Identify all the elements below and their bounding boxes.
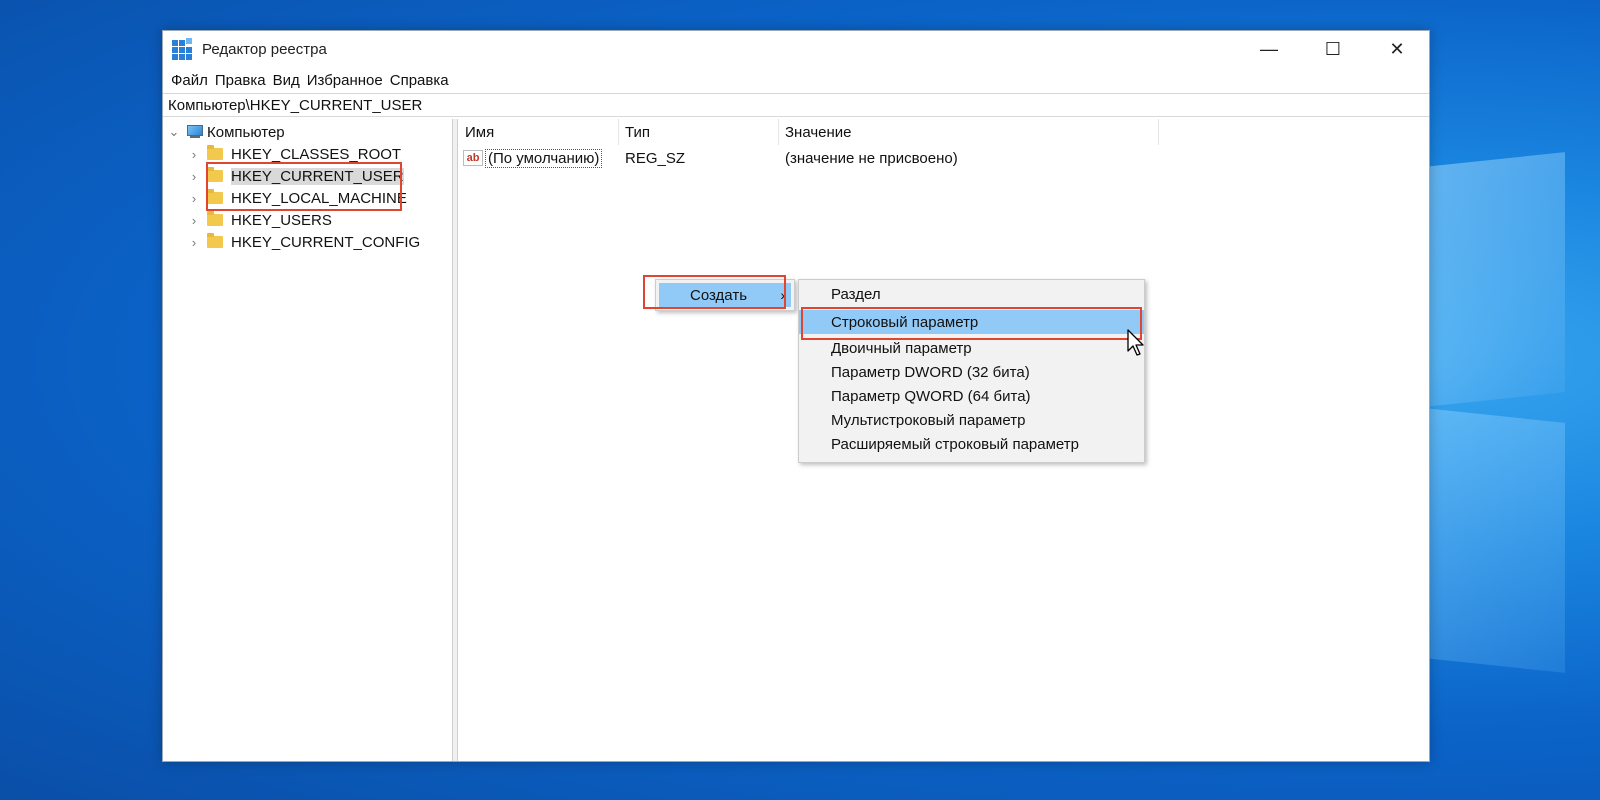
close-button[interactable]: ✕ [1365,31,1429,67]
chevron-right-icon[interactable]: › [187,191,201,206]
menu-bar: Файл Правка Вид Избранное Справка [163,67,1429,93]
submenu-item-label: Двоичный параметр [831,339,972,357]
value-type: REG_SZ [625,149,686,167]
registry-editor-icon [172,38,194,60]
chevron-right-icon[interactable]: › [187,147,201,162]
submenu-item-label: Параметр QWORD (64 бита) [831,387,1031,405]
tree-pane: ⌄ Компьютер › HKEY_CLASSES_ROOT › HKEY_C… [163,119,453,761]
folder-icon [207,211,223,226]
menu-favorites[interactable]: Избранное [304,72,387,89]
chevron-right-icon[interactable]: › [187,213,201,228]
tree-item-label: HKEY_CURRENT_CONFIG [231,233,421,251]
highlight-outline-tree [206,162,402,211]
tree-item-hkey-current-config[interactable]: › HKEY_CURRENT_CONFIG [187,231,420,253]
menu-view[interactable]: Вид [270,72,304,89]
submenu-item-key[interactable]: Раздел [799,282,1144,306]
column-header-type[interactable]: Тип [619,119,779,145]
folder-icon [207,233,223,248]
submenu-item-label: Мультистроковый параметр [831,411,1026,429]
minimize-button[interactable]: — [1237,31,1301,67]
list-row-default[interactable]: ab (По умолчанию) [463,147,603,169]
pane-splitter[interactable] [453,119,458,761]
tree-item-label: HKEY_CLASSES_ROOT [231,145,402,163]
registry-editor-window: Редактор реестра — ☐ ✕ Файл Правка Вид И… [162,30,1430,762]
title-bar[interactable]: Редактор реестра — ☐ ✕ [163,31,1429,67]
value-name: (По умолчанию) [485,148,603,168]
value-data: (значение не присвоено) [785,149,958,167]
address-bar[interactable]: Компьютер\HKEY_CURRENT_USER [163,93,1429,117]
menu-help[interactable]: Справка [387,72,453,89]
desktop-logo-pane-lower [1415,407,1565,673]
window-title: Редактор реестра [202,40,327,58]
submenu-item-multi-string-value[interactable]: Мультистроковый параметр [799,408,1144,432]
submenu-item-label: Раздел [831,285,881,303]
tree-root-computer[interactable]: ⌄ Компьютер [167,121,285,143]
submenu-item-expandable-string-value[interactable]: Расширяемый строковый параметр [799,432,1144,456]
value-data-cell: (значение не присвоено) [785,147,958,169]
chevron-right-icon[interactable]: › [187,169,201,184]
chevron-right-icon[interactable]: › [187,235,201,250]
folder-icon [207,145,223,160]
maximize-button[interactable]: ☐ [1301,31,1365,67]
value-type-cell: REG_SZ [625,147,685,169]
submenu-item-label: Расширяемый строковый параметр [831,435,1079,453]
tree-item-hkey-users[interactable]: › HKEY_USERS [187,209,332,231]
computer-icon [185,125,205,139]
submenu-item-dword-value[interactable]: Параметр DWORD (32 бита) [799,360,1144,384]
address-path: Компьютер\HKEY_CURRENT_USER [168,96,423,114]
ab-string-icon: ab [463,150,483,166]
mouse-pointer-icon [1127,329,1144,356]
column-header-name[interactable]: Имя [459,119,619,145]
submenu-item-qword-value[interactable]: Параметр QWORD (64 бита) [799,384,1144,408]
desktop-logo-pane-upper [1415,152,1565,408]
chevron-down-icon[interactable]: ⌄ [167,124,181,140]
menu-file[interactable]: Файл [168,72,212,89]
column-header-value[interactable]: Значение [779,119,1159,145]
submenu-item-label: Параметр DWORD (32 бита) [831,363,1030,381]
tree-item-label: HKEY_USERS [231,211,332,229]
highlight-outline-string-value [801,307,1142,340]
highlight-outline-create [643,275,786,309]
tree-root-label: Компьютер [207,123,285,141]
menu-edit[interactable]: Правка [212,72,270,89]
